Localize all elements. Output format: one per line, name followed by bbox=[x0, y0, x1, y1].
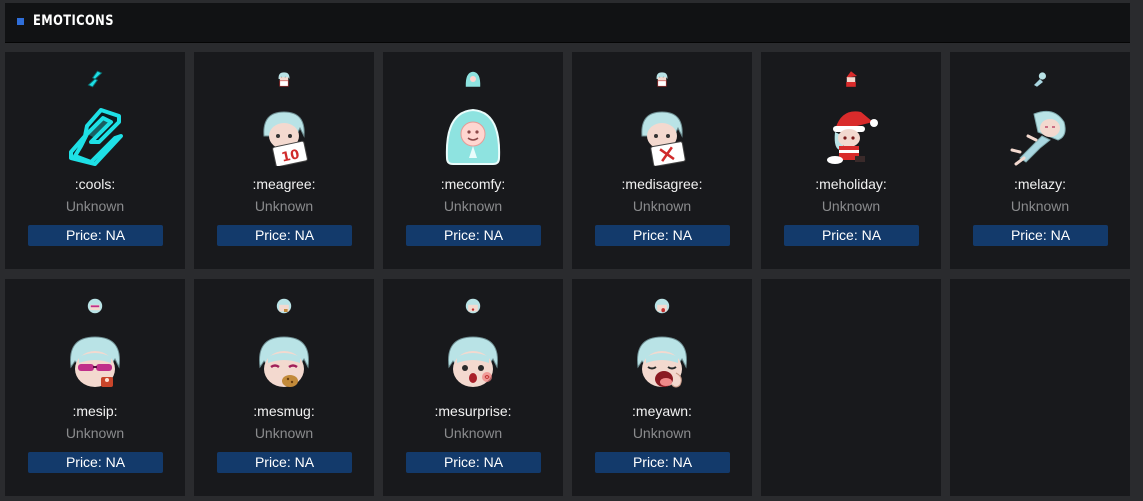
price-button[interactable]: Price: NA bbox=[406, 225, 541, 246]
emote-name: :melazy: bbox=[1013, 176, 1067, 192]
cools-icon bbox=[69, 108, 123, 166]
emote-card[interactable]: :melazy: Unknown Price: NA bbox=[950, 52, 1130, 269]
mesmug-small-icon bbox=[276, 298, 292, 314]
medisagree-small-icon bbox=[656, 72, 668, 87]
meholiday-icon bbox=[827, 111, 878, 164]
emote-rarity: Unknown bbox=[65, 425, 125, 441]
meagree-small-icon bbox=[278, 72, 290, 87]
meholiday-small-icon bbox=[846, 71, 857, 87]
emote-name: :cools: bbox=[74, 176, 116, 192]
price-button[interactable]: Price: NA bbox=[595, 452, 730, 473]
emote-rarity: Unknown bbox=[65, 198, 125, 214]
emote-name: :mesmug: bbox=[253, 403, 315, 419]
emote-name: :meholiday: bbox=[815, 176, 887, 192]
emote-card[interactable]: :mesmug: Unknown Price: NA bbox=[194, 279, 374, 496]
emote-rarity: Unknown bbox=[443, 198, 503, 214]
price-button[interactable]: Price: NA bbox=[973, 225, 1108, 246]
mesip-small-icon bbox=[87, 298, 103, 314]
melazy-small-icon bbox=[1034, 72, 1046, 87]
emote-rarity: Unknown bbox=[632, 425, 692, 441]
emote-name: :meagree: bbox=[252, 176, 316, 192]
melazy-icon bbox=[1010, 110, 1066, 166]
empty-card bbox=[950, 279, 1130, 496]
mesmug-icon bbox=[259, 336, 309, 387]
emote-card[interactable]: :mecomfy: Unknown Price: NA bbox=[383, 52, 563, 269]
price-button[interactable]: Price: NA bbox=[28, 452, 163, 473]
mecomfy-small-icon bbox=[465, 71, 481, 87]
emote-card[interactable]: :medisagree: Unknown Price: NA bbox=[572, 52, 752, 269]
price-button[interactable]: Price: NA bbox=[784, 225, 919, 246]
meagree-icon: 10 bbox=[263, 111, 308, 166]
emote-name: :meyawn: bbox=[632, 403, 692, 419]
header-bullet-icon bbox=[17, 18, 24, 25]
emote-name: :mesip: bbox=[72, 403, 118, 419]
emote-card[interactable]: 10 :meagree: Unknown Price: NA bbox=[194, 52, 374, 269]
meyawn-icon bbox=[637, 336, 687, 388]
emote-rarity: Unknown bbox=[821, 198, 881, 214]
emote-rarity: Unknown bbox=[443, 425, 503, 441]
emote-rarity: Unknown bbox=[254, 425, 314, 441]
mesurprise-icon bbox=[448, 336, 498, 387]
emote-rarity: Unknown bbox=[1010, 198, 1070, 214]
emote-name: :mecomfy: bbox=[440, 176, 506, 192]
price-button[interactable]: Price: NA bbox=[217, 452, 352, 473]
emote-card[interactable]: :mesip: Unknown Price: NA bbox=[5, 279, 185, 496]
emote-name: :medisagree: bbox=[621, 176, 703, 192]
mesurprise-small-icon bbox=[465, 298, 481, 314]
emoticons-header: EMOTICONS bbox=[5, 3, 1130, 43]
section-title: EMOTICONS bbox=[33, 13, 114, 29]
price-button[interactable]: Price: NA bbox=[217, 225, 352, 246]
cools-small-icon bbox=[87, 70, 103, 88]
mecomfy-icon bbox=[445, 108, 501, 165]
mesip-icon bbox=[70, 336, 120, 387]
price-button[interactable]: Price: NA bbox=[406, 452, 541, 473]
emoticon-grid: :cools: Unknown Price: NA 10 :meagree: U… bbox=[5, 52, 1130, 496]
emote-card[interactable]: :meholiday: Unknown Price: NA bbox=[761, 52, 941, 269]
emote-rarity: Unknown bbox=[632, 198, 692, 214]
emote-name: :mesurprise: bbox=[434, 403, 512, 419]
empty-card bbox=[761, 279, 941, 496]
price-button[interactable]: Price: NA bbox=[28, 225, 163, 246]
emote-card[interactable]: :mesurprise: Unknown Price: NA bbox=[383, 279, 563, 496]
emote-rarity: Unknown bbox=[254, 198, 314, 214]
emote-card[interactable]: :meyawn: Unknown Price: NA bbox=[572, 279, 752, 496]
medisagree-icon bbox=[641, 111, 686, 166]
meyawn-small-icon bbox=[654, 298, 670, 314]
emote-card[interactable]: :cools: Unknown Price: NA bbox=[5, 52, 185, 269]
price-button[interactable]: Price: NA bbox=[595, 225, 730, 246]
